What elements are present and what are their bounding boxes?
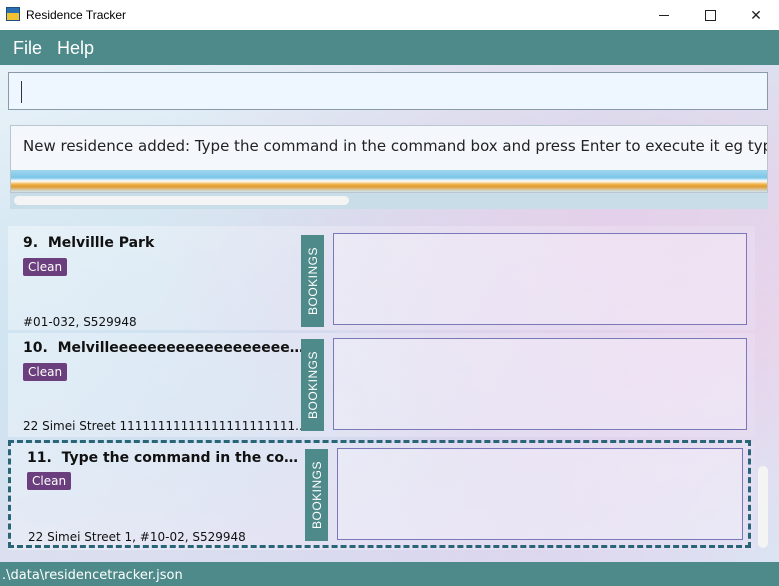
minimize-icon — [659, 14, 669, 16]
bookings-list[interactable] — [333, 233, 747, 325]
title-bar: Residence Tracker ✕ — [0, 0, 779, 30]
maximize-icon — [704, 9, 716, 21]
data-file-path: .\data\residencetracker.json — [2, 568, 183, 583]
command-input[interactable] — [8, 72, 768, 110]
list-scrollbar-thumb[interactable] — [758, 466, 768, 548]
residence-name: 10. Melvilleeeeeeeeeeeeeeeeeeeeeeeee... — [23, 340, 308, 356]
menu-bar: File Help — [0, 30, 779, 65]
minimize-button[interactable] — [641, 0, 687, 30]
residence-name: 9. Melvillle Park — [23, 235, 303, 251]
bookings-tab[interactable]: BOOKINGS — [301, 339, 324, 431]
decorative-wave — [11, 170, 767, 192]
bookings-list[interactable] — [333, 338, 747, 430]
tag-badge: Clean — [23, 258, 68, 276]
residence-index: 10. — [23, 340, 48, 356]
result-scrollbar-thumb[interactable] — [14, 196, 349, 205]
selection-outline — [8, 440, 751, 548]
bookings-label: BOOKINGS — [305, 350, 320, 420]
bookings-tab[interactable]: BOOKINGS — [301, 235, 324, 327]
menu-file[interactable]: File — [13, 38, 42, 59]
residence-name-text: Melvilleeeeeeeeeeeeeeeeeeeeeeeee... — [57, 340, 308, 356]
bookings-label: BOOKINGS — [305, 246, 320, 316]
tag-badge: Clean — [23, 363, 68, 381]
residence-address: #01-032, S529948 — [23, 315, 137, 329]
result-message: New residence added: Type the command in… — [23, 137, 768, 155]
result-display[interactable]: New residence added: Type the command in… — [10, 125, 768, 193]
menu-help[interactable]: Help — [57, 38, 94, 59]
residence-card[interactable]: 9. Melvillle Park Clean #01-032, S529948… — [8, 226, 755, 330]
residence-name-text: Melvillle Park — [47, 235, 155, 251]
app-house-icon — [6, 7, 20, 21]
residence-index: 9. — [23, 235, 39, 251]
close-button[interactable]: ✕ — [733, 0, 779, 30]
residence-address: 22 Simei Street 11111111111111111111111.… — [23, 419, 307, 433]
close-icon: ✕ — [750, 6, 762, 23]
status-bar: .\data\residencetracker.json — [0, 562, 779, 586]
residence-card[interactable]: 10. Melvilleeeeeeeeeeeeeeeeeeeeeeeee... … — [8, 333, 755, 437]
maximize-button[interactable] — [687, 0, 733, 30]
text-caret — [21, 81, 22, 103]
window-title: Residence Tracker — [26, 8, 127, 22]
